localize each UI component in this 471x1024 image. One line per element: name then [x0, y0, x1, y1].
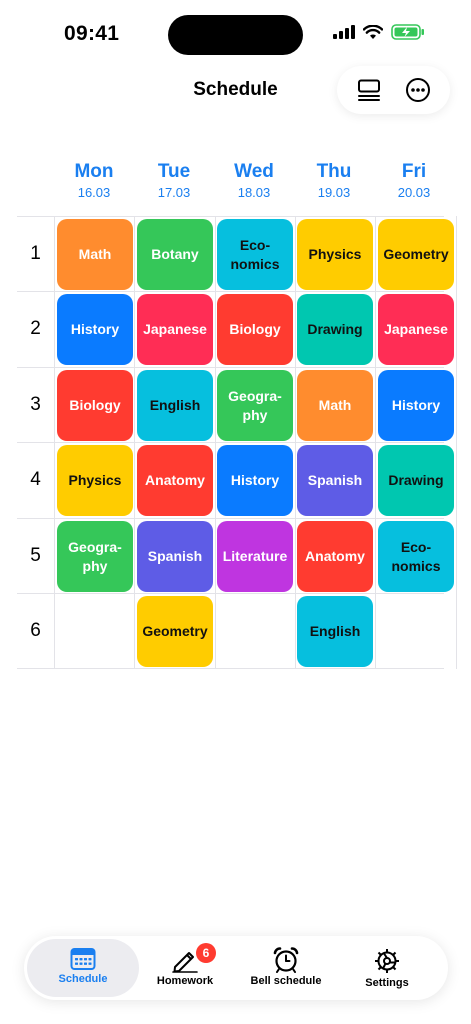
day-header-thu[interactable]: Thu 19.03	[294, 161, 374, 202]
grid-divider	[134, 216, 135, 669]
schedule-grid: 1 2 3 4 5 6 Math Botany Eco- nomics Physics Geomet…	[17, 216, 457, 669]
lesson-cell[interactable]: Spanish	[137, 521, 213, 592]
pencil-icon	[172, 952, 198, 973]
grid-divider	[295, 216, 296, 669]
period-number: 3	[30, 394, 41, 415]
period-number: 5	[30, 545, 41, 566]
gear-icon	[375, 949, 399, 973]
lesson-cell[interactable]: Drawing	[378, 445, 454, 516]
dynamic-island	[168, 15, 303, 55]
day-date: 17.03	[157, 185, 191, 200]
grid-divider	[375, 216, 376, 669]
lesson-cell[interactable]: Geometry	[137, 596, 213, 667]
period-number: 4	[30, 469, 41, 490]
lesson-cell[interactable]: Biology	[217, 294, 293, 365]
grid-divider	[17, 367, 444, 368]
tab-settings-label: Settings	[365, 977, 409, 989]
more-button[interactable]	[400, 72, 436, 108]
lesson-cell[interactable]: Math	[57, 219, 133, 290]
day-date: 20.03	[397, 185, 431, 200]
day-name: Mon	[74, 161, 114, 182]
grid-divider	[17, 291, 444, 292]
lesson-cell[interactable]: Anatomy	[297, 521, 373, 592]
tab-settings[interactable]: Settings	[331, 939, 443, 997]
day-date: 19.03	[317, 185, 351, 200]
day-name: Wed	[234, 161, 274, 182]
lesson-cell[interactable]: Japanese	[378, 294, 454, 365]
lesson-cell[interactable]: Physics	[297, 219, 373, 290]
homework-badge: 6	[196, 943, 216, 963]
cellular-signal-icon	[333, 25, 355, 39]
grid-divider	[17, 216, 444, 217]
grid-divider	[17, 668, 444, 669]
tab-bell-schedule[interactable]: Bell schedule	[230, 939, 342, 997]
lesson-cell[interactable]: Spanish	[297, 445, 373, 516]
lesson-cell[interactable]: Physics	[57, 445, 133, 516]
day-header-fri[interactable]: Fri 20.03	[374, 161, 454, 202]
lesson-cell[interactable]: Geometry	[378, 219, 454, 290]
list-layout-icon	[358, 79, 381, 101]
tab-homework-label: Homework	[156, 975, 214, 987]
lesson-cell[interactable]: Botany	[137, 219, 213, 290]
lesson-cell[interactable]: Anatomy	[137, 445, 213, 516]
status-time: 09:41	[64, 22, 120, 45]
layout-toggle-button[interactable]	[351, 72, 387, 108]
lesson-cell[interactable]: English	[137, 370, 213, 441]
lesson-cell[interactable]: Literature	[217, 521, 293, 592]
grid-divider	[17, 442, 444, 443]
tab-bell-schedule-label: Bell schedule	[250, 975, 322, 987]
tab-bar: Schedule 6 Homework Bell schedule Settin…	[24, 936, 448, 1000]
ellipsis-circle-icon	[405, 78, 430, 102]
tab-schedule-label: Schedule	[58, 973, 108, 985]
lesson-cell[interactable]: Geogra- phy	[217, 370, 293, 441]
lesson-cell[interactable]: Eco- nomics	[378, 521, 454, 592]
lesson-cell[interactable]: Math	[297, 370, 373, 441]
lesson-cell[interactable]: Drawing	[297, 294, 373, 365]
grid-divider	[456, 216, 457, 669]
grid-divider	[215, 216, 216, 669]
day-date: 18.03	[237, 185, 271, 200]
day-header-mon[interactable]: Mon 16.03	[54, 161, 134, 202]
day-name: Tue	[157, 161, 191, 182]
lesson-cell[interactable]: Japanese	[137, 294, 213, 365]
period-number: 2	[30, 318, 41, 339]
battery-charging-icon	[391, 24, 424, 40]
lesson-cell[interactable]: History	[217, 445, 293, 516]
lesson-cell[interactable]: English	[297, 596, 373, 667]
header-actions	[337, 66, 450, 114]
tab-schedule[interactable]: Schedule	[27, 939, 139, 997]
day-header-tue[interactable]: Tue 17.03	[134, 161, 214, 202]
period-number: 6	[30, 620, 41, 641]
lesson-cell[interactable]: History	[57, 294, 133, 365]
grid-divider	[54, 216, 55, 669]
day-name: Thu	[316, 161, 352, 182]
lesson-cell[interactable]: Geogra- phy	[57, 521, 133, 592]
day-name: Fri	[401, 161, 427, 182]
wifi-icon	[363, 24, 383, 39]
tab-homework[interactable]: 6 Homework	[129, 939, 241, 997]
alarm-clock-icon	[273, 947, 299, 973]
grid-divider	[17, 593, 444, 594]
lesson-cell[interactable]: Biology	[57, 370, 133, 441]
period-number: 1	[30, 243, 41, 264]
day-date: 16.03	[77, 185, 111, 200]
status-icons	[333, 24, 425, 40]
day-header-wed[interactable]: Wed 18.03	[214, 161, 294, 202]
grid-divider	[17, 518, 444, 519]
lesson-cell[interactable]: History	[378, 370, 454, 441]
calendar-icon	[70, 948, 96, 970]
lesson-cell[interactable]: Eco- nomics	[217, 219, 293, 290]
